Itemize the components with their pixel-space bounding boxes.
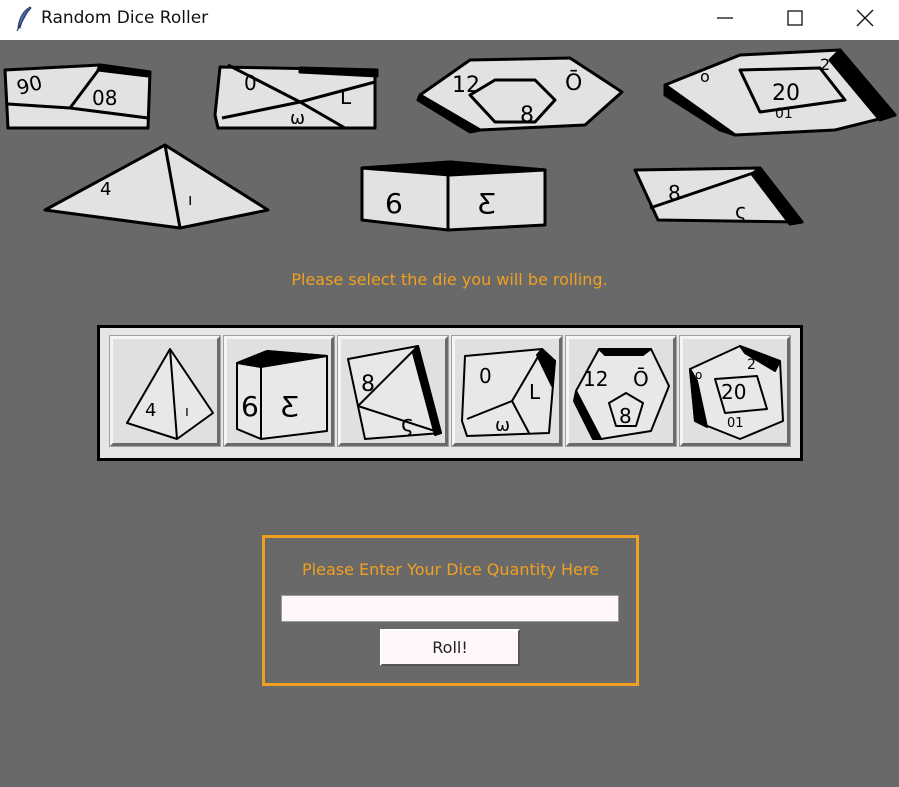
maximize-button[interactable] (760, 0, 830, 36)
quantity-input[interactable] (281, 595, 619, 622)
svg-text:2: 2 (820, 55, 830, 74)
svg-text:o: o (695, 368, 702, 382)
d4-die-icon: 4 ı (126, 348, 214, 440)
svg-text:6: 6 (241, 390, 259, 423)
svg-text:8: 8 (668, 181, 681, 205)
feather-icon (16, 6, 32, 32)
close-button[interactable] (830, 0, 899, 36)
svg-text:08: 08 (92, 86, 117, 110)
quantity-panel: Please Enter Your Dice Quantity Here Rol… (262, 535, 639, 686)
svg-text:ω: ω (290, 108, 305, 129)
window-title: Random Dice Roller (41, 8, 209, 28)
die-select-prompt: Please select the die you will be rollin… (291, 270, 608, 289)
d6-button[interactable]: 6 Ƹ (223, 335, 335, 447)
main-window: 90 08 0 L ω 12 Ō 8 o 20 2 01 4 ı 6 Ƹ 8 ς… (0, 40, 899, 787)
d4-button[interactable]: 4 ı (109, 335, 221, 447)
d10-die-icon: 0 L ω (461, 348, 556, 437)
svg-text:01: 01 (727, 416, 744, 431)
d8-button[interactable]: 8 ς (337, 335, 449, 447)
banner-d8b-icon: 8 ς (633, 166, 804, 226)
d8-die-icon: 8 ς (347, 345, 442, 440)
close-icon (856, 9, 874, 27)
svg-text:Ō: Ō (565, 70, 582, 96)
svg-text:4: 4 (145, 400, 156, 421)
svg-text:ı: ı (185, 404, 189, 420)
roll-button[interactable]: Roll! (380, 629, 520, 666)
svg-text:8: 8 (520, 103, 534, 128)
banner-d20-icon: o 20 2 01 (663, 48, 897, 137)
svg-text:12: 12 (452, 73, 480, 98)
svg-text:8: 8 (361, 372, 375, 397)
banner-d6-icon: 6 Ƹ (360, 160, 547, 232)
d6-die-icon: 6 Ƹ (236, 350, 328, 440)
minimize-button[interactable] (690, 0, 760, 36)
svg-text:01: 01 (775, 106, 793, 122)
d20-button[interactable]: o 20 2 01 (679, 335, 791, 447)
svg-text:ı: ı (188, 190, 192, 209)
svg-text:12: 12 (583, 367, 608, 391)
svg-text:L: L (340, 85, 352, 109)
dice-banner-image: 90 08 0 L ω 12 Ō 8 o 20 2 01 4 ı 6 Ƹ 8 ς (3, 48, 897, 232)
svg-text:8: 8 (619, 404, 632, 428)
svg-text:6: 6 (385, 187, 403, 220)
maximize-icon (787, 10, 803, 26)
svg-text:4: 4 (100, 179, 111, 200)
d10-button[interactable]: 0 L ω (451, 335, 563, 447)
svg-text:ς: ς (735, 199, 747, 223)
svg-text:o: o (700, 67, 710, 86)
d12-button[interactable]: 12 Ō 8 (565, 335, 677, 447)
d20-die-icon: o 20 2 01 (689, 345, 784, 440)
minimize-icon (717, 17, 733, 19)
banner-d8-icon: 0 L ω (213, 63, 379, 130)
svg-text:20: 20 (721, 380, 746, 404)
svg-text:Ƹ: Ƹ (281, 390, 300, 423)
svg-text:2: 2 (747, 357, 756, 373)
banner-d12-icon: 12 Ō 8 (416, 56, 624, 134)
banner-d4-icon: 4 ı (43, 143, 270, 230)
svg-text:ς: ς (401, 412, 414, 437)
banner-d10-icon: 90 08 (3, 63, 152, 130)
svg-text:Ō: Ō (633, 367, 649, 391)
d12-die-icon: 12 Ō 8 (573, 348, 670, 440)
svg-text:ω: ω (495, 415, 510, 436)
quantity-label: Please Enter Your Dice Quantity Here (302, 560, 599, 579)
svg-text:L: L (529, 380, 541, 404)
svg-text:0: 0 (479, 364, 492, 388)
svg-text:Ƹ: Ƹ (478, 187, 497, 220)
svg-text:0: 0 (244, 71, 257, 95)
svg-text:20: 20 (772, 81, 800, 106)
dice-selector: 4 ı 6 Ƹ 8 ς 0 L ω 12 Ō 8 o 20 2 01 (97, 325, 803, 461)
title-bar: Random Dice Roller (0, 0, 899, 40)
